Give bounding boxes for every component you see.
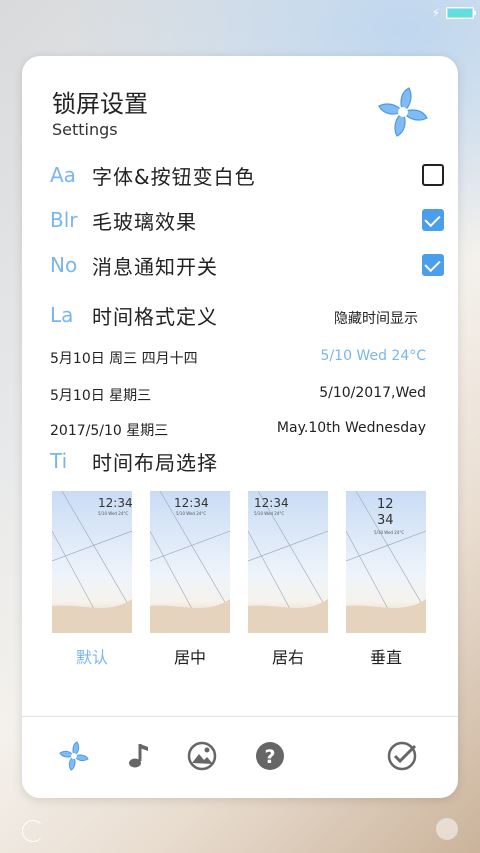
image-icon[interactable] [186,740,218,772]
thumb-date: 5/10 Wed 24°C [254,511,285,516]
layout-vertical-label[interactable]: 垂直 [346,644,426,668]
layout-header: Ti 时间布局选择 [50,444,420,478]
time-format-label: 时间格式定义 [92,304,218,329]
layout-label: 时间布局选择 [92,450,218,475]
option-label: 消息通知开关 [92,254,218,279]
thumb-time: 12:34 [98,496,132,510]
hide-time-button[interactable]: 隐藏时间显示 [334,308,418,328]
divider [22,716,458,717]
thumb-date: 5/10 Wed 24°C [176,511,207,516]
music-note-icon[interactable] [122,740,154,772]
time-format-chinese[interactable]: 2017/5/10 星期三 [50,420,168,440]
help-icon[interactable]: ? [254,740,286,772]
confirm-check-icon[interactable] [386,740,418,772]
thumb-time-hour: 12 [377,497,394,512]
battery-fill [448,9,472,17]
camera-shortcut-icon[interactable] [436,818,458,840]
notifications-checkbox[interactable] [422,254,444,276]
layout-center-label[interactable]: 居中 [150,644,230,668]
thumb-time-minute: 34 [377,513,394,528]
thumb-time: 12:34 [254,496,289,510]
option-blur[interactable]: Blr 毛玻璃效果 [50,203,444,237]
thumb-date: 5/10 Wed 24°C [98,511,129,516]
bolt-icon: ⚡ [431,6,440,20]
battery-icon [446,7,476,19]
layout-vertical-thumb[interactable]: 12 34 5/10 Wed 24°C [346,491,426,633]
layout-center-thumb[interactable]: 12:34 5/10 Wed 24°C [150,491,230,633]
layout-default-thumb[interactable]: 12:34 5/10 Wed 24°C [52,491,132,633]
time-format-chinese[interactable]: 5月10日 星期三 [50,385,151,405]
pinwheel-icon[interactable] [58,740,90,772]
svg-text:?: ? [264,746,275,768]
page-title: 锁屏设置 [52,90,148,118]
option-prefix: Aa [50,163,76,187]
layout-right-label[interactable]: 居右 [248,644,328,668]
layout-thumbnails: 12:34 5/10 Wed 24°C 12:34 5/10 Wed 24°C … [52,491,428,633]
time-format-english[interactable]: 5/10 Wed 24°C [321,348,426,364]
layout-right-thumb[interactable]: 12:34 5/10 Wed 24°C [248,491,328,633]
option-prefix: No [50,253,78,277]
time-format-english[interactable]: May.10th Wednesday [277,420,426,436]
option-prefix: Ti [50,449,68,473]
option-notifications[interactable]: No 消息通知开关 [50,248,444,282]
white-font-checkbox[interactable] [422,164,444,186]
settings-card: 锁屏设置 Settings Aa 字体&按钮变白色 Blr 毛玻璃效果 No 消… [22,56,458,798]
option-white-font[interactable]: Aa 字体&按钮变白色 [50,158,444,192]
pinwheel-icon [378,87,428,137]
option-prefix: Blr [50,208,78,232]
status-bar: ⚡ [431,6,476,20]
option-label: 字体&按钮变白色 [92,164,256,189]
thumb-time: 12:34 [174,496,209,510]
option-prefix: La [50,303,74,327]
time-format-english[interactable]: 5/10/2017,Wed [319,385,426,401]
page-subtitle: Settings [52,120,118,139]
blur-checkbox[interactable] [422,209,444,231]
home-indicator-icon[interactable] [22,820,44,842]
layout-default-label[interactable]: 默认 [52,644,132,668]
option-label: 毛玻璃效果 [92,209,197,234]
time-format-chinese[interactable]: 5月10日 周三 四月十四 [50,348,198,368]
thumb-date: 5/10 Wed 24°C [374,530,405,535]
